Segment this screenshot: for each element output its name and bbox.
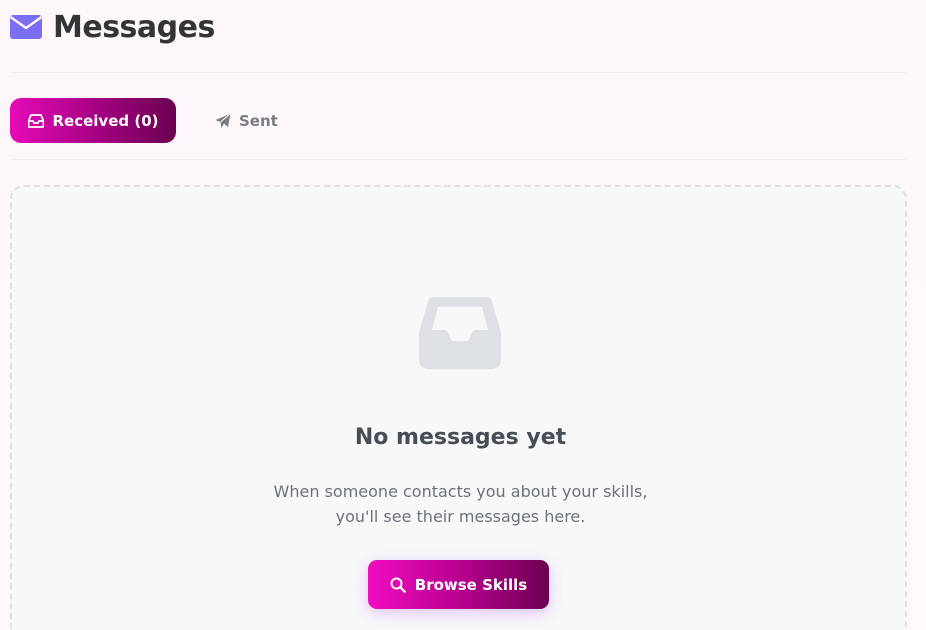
empty-state-description-line: When someone contacts you about your ski… <box>273 482 648 501</box>
tab-received-label: Received (0) <box>52 111 159 130</box>
empty-state-description-line: you'll see their messages here. <box>335 507 586 526</box>
tab-sent-label: Sent <box>239 111 278 130</box>
tabs-divider <box>10 159 906 160</box>
search-icon <box>390 577 406 593</box>
page-header: Messages <box>10 6 215 48</box>
paper-plane-icon <box>215 112 231 129</box>
tab-sent[interactable]: Sent <box>215 98 278 143</box>
envelope-icon <box>10 15 42 39</box>
tab-received[interactable]: Received (0) <box>10 98 176 143</box>
header-divider <box>10 72 906 73</box>
message-tabs: Received (0) Sent <box>10 98 278 143</box>
browse-skills-button[interactable]: Browse Skills <box>368 560 549 609</box>
empty-state-panel: No messages yet When someone contacts yo… <box>10 185 907 630</box>
inbox-icon <box>27 113 44 128</box>
browse-skills-label: Browse Skills <box>414 575 528 594</box>
inbox-icon <box>419 297 501 369</box>
messages-page: Messages Received (0) Sent No messages y… <box>0 0 926 630</box>
empty-state-title: No messages yet <box>354 425 567 450</box>
empty-state-description: When someone contacts you about your ski… <box>12 479 909 529</box>
page-title: Messages <box>53 9 215 45</box>
